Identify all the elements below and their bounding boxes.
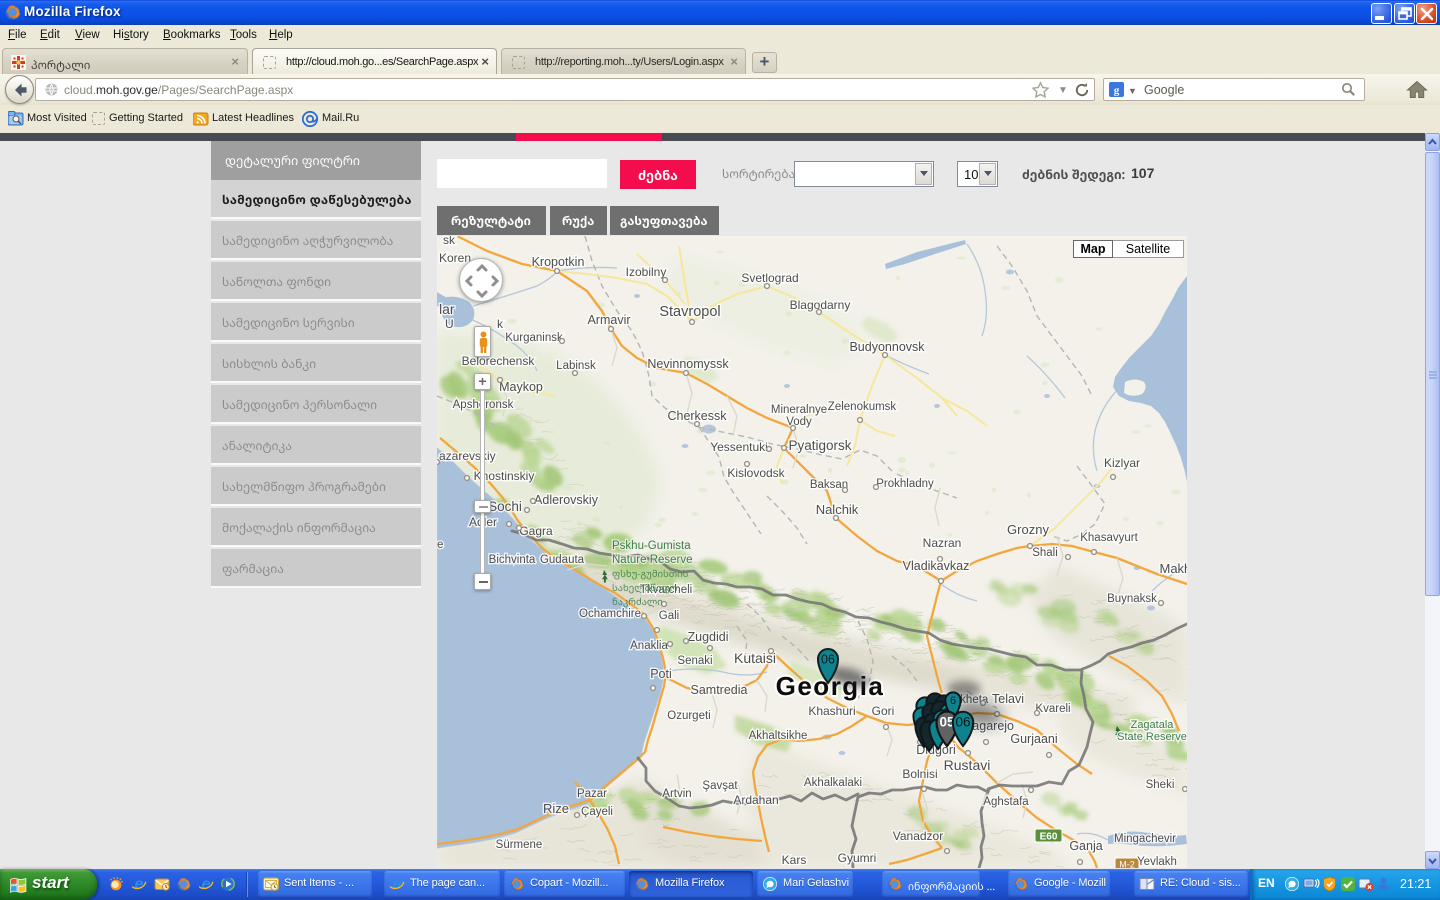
svg-text:Lazarevskiy: Lazarevskiy: [437, 449, 496, 463]
svg-text:State Reserve: State Reserve: [1117, 731, 1187, 743]
svg-text:Vanadzor: Vanadzor: [893, 829, 943, 843]
svg-text:06: 06: [821, 653, 835, 667]
svg-text:Armavir: Armavir: [587, 313, 630, 327]
svg-text:Ardahan: Ardahan: [733, 793, 778, 807]
svg-text:Mineralnye: Mineralnye: [771, 404, 827, 416]
svg-text:Senaki: Senaki: [677, 655, 712, 667]
svg-text:Kurganinsk: Kurganinsk: [505, 332, 563, 344]
svg-text:Bichvinta: Bichvinta: [489, 554, 536, 566]
svg-text:M-2: M-2: [1119, 860, 1135, 869]
svg-text:Gurjaani: Gurjaani: [1010, 732, 1057, 746]
svg-text:Gori: Gori: [872, 704, 895, 718]
svg-text:Yessentuki: Yessentuki: [710, 440, 768, 454]
svg-text:6: 6: [950, 695, 956, 707]
svg-text:Shali: Shali: [1032, 547, 1058, 559]
svg-text:Izobilny: Izobilny: [626, 265, 667, 279]
svg-text:Maykop: Maykop: [499, 380, 543, 394]
svg-text:Aghstafa: Aghstafa: [983, 796, 1029, 808]
svg-text:Nazran: Nazran: [923, 536, 962, 550]
svg-text:Nature Reserve: Nature Reserve: [612, 554, 693, 566]
svg-text:Pskhu-Gumista: Pskhu-Gumista: [612, 540, 691, 552]
svg-text:g: g: [1114, 85, 1120, 97]
svg-text:Poti: Poti: [650, 667, 672, 681]
svg-text:Bolnisi: Bolnisi: [902, 767, 937, 781]
svg-text:e: e: [202, 876, 211, 892]
svg-text:Makha: Makha: [1159, 561, 1187, 576]
svg-text:Gudauta: Gudauta: [540, 554, 585, 566]
svg-text:Zagatala: Zagatala: [1131, 719, 1175, 731]
svg-text:Anaklia: Anaklia: [630, 640, 668, 652]
svg-text:Zugdidi: Zugdidi: [688, 630, 729, 644]
svg-text:Rustavi: Rustavi: [944, 757, 991, 773]
svg-text:Pazar: Pazar: [577, 788, 607, 800]
svg-text:Belorechensk: Belorechensk: [462, 354, 536, 368]
svg-text:Kislovodsk: Kislovodsk: [727, 466, 785, 480]
svg-text:Samtredia: Samtredia: [691, 683, 748, 697]
svg-text:Nalchik: Nalchik: [816, 502, 859, 517]
svg-text:Rize: Rize: [543, 801, 569, 816]
svg-text:Kizlyar: Kizlyar: [1104, 456, 1140, 470]
svg-text:Khashuri: Khashuri: [808, 704, 855, 718]
svg-text:Grozny: Grozny: [1007, 522, 1049, 537]
svg-text:Kropotkin: Kropotkin: [532, 255, 585, 269]
svg-text:Vody: Vody: [786, 416, 812, 428]
svg-text:06: 06: [955, 715, 970, 730]
svg-text:Pyatigorsk: Pyatigorsk: [788, 438, 851, 453]
svg-text:Kars: Kars: [782, 853, 807, 867]
svg-text:Kvareli: Kvareli: [1035, 703, 1070, 715]
svg-text:U: U: [445, 317, 454, 331]
svg-text:E60: E60: [1040, 832, 1058, 843]
svg-text:k: k: [497, 317, 504, 331]
svg-text:Budyonnovsk: Budyonnovsk: [849, 340, 925, 354]
svg-text:e: e: [437, 539, 443, 551]
svg-text:Sochi: Sochi: [488, 499, 522, 514]
svg-text:e: e: [393, 876, 402, 892]
svg-text:Khasavyurt: Khasavyurt: [1080, 532, 1138, 544]
svg-text:lar: lar: [439, 301, 455, 317]
svg-text:Gagra: Gagra: [519, 524, 553, 538]
svg-text:Svetlograd: Svetlograd: [741, 271, 798, 285]
svg-text:Ozurgeti: Ozurgeti: [667, 710, 710, 722]
svg-text:Buynaksk: Buynaksk: [1107, 593, 1157, 605]
svg-text:Yevlakh: Yevlakh: [1137, 856, 1177, 868]
svg-text:Zelenokumsk: Zelenokumsk: [828, 401, 897, 413]
svg-text:Çayeli: Çayeli: [581, 806, 613, 818]
svg-text:Sürmene: Sürmene: [496, 839, 543, 851]
svg-text:Şavşat: Şavşat: [702, 780, 738, 792]
svg-text:e: e: [135, 876, 144, 892]
svg-text:Telavi: Telavi: [992, 692, 1024, 706]
svg-text:Prokhladny: Prokhladny: [876, 478, 934, 490]
svg-text:Stavropol: Stavropol: [659, 304, 720, 320]
svg-text:sk: sk: [443, 236, 456, 247]
svg-text:Gyumri: Gyumri: [838, 851, 877, 865]
svg-text:Adlerovskiy: Adlerovskiy: [534, 493, 599, 507]
svg-text:Sheki: Sheki: [1146, 779, 1175, 791]
svg-text:Vladikavkaz: Vladikavkaz: [903, 559, 970, 573]
svg-text:Cherkessk: Cherkessk: [667, 409, 727, 423]
svg-text:Akhalkalaki: Akhalkalaki: [804, 777, 862, 789]
svg-text:Mingachevir: Mingachevir: [1114, 833, 1176, 845]
svg-text:Artvin: Artvin: [662, 788, 691, 800]
svg-text:Ganja: Ganja: [1069, 839, 1102, 853]
svg-text:Akhaltsikhe: Akhaltsikhe: [749, 730, 808, 742]
svg-text:Nevinnomyssk: Nevinnomyssk: [647, 357, 729, 371]
